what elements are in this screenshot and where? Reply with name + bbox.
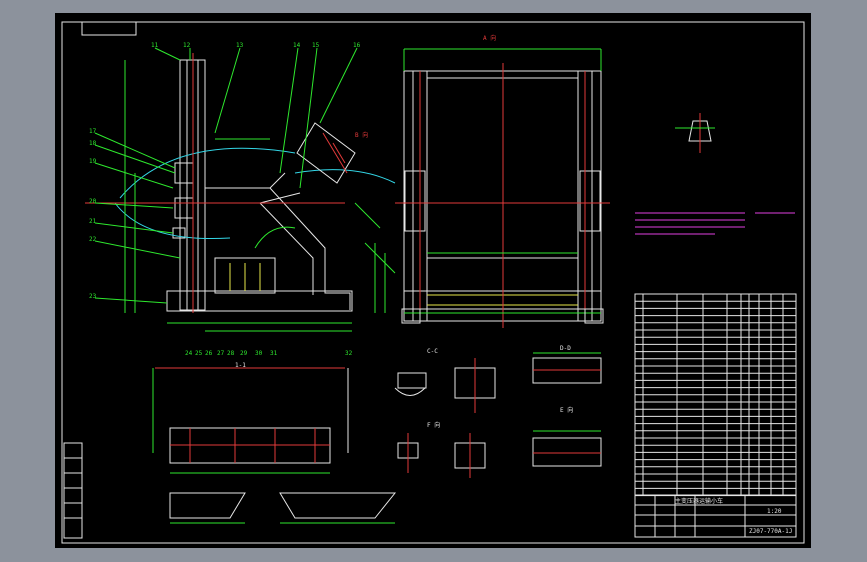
drawing-scale: 1:20 — [767, 508, 782, 515]
callout-number: 16 — [353, 42, 361, 49]
callout-number: 12 — [183, 42, 191, 49]
corner-box — [81, 21, 137, 36]
callout-number: 17 — [89, 128, 97, 135]
callout-number: 29 — [240, 350, 248, 357]
detail-top-right — [675, 113, 715, 153]
front-view-label: A 向 — [483, 35, 497, 42]
callout-number: 11 — [151, 42, 159, 49]
drawing-number: ZJ07-770A-1J — [749, 528, 793, 535]
section-d-label: D-D — [560, 345, 571, 352]
callout-number: 13 — [236, 42, 244, 49]
callout-number: 31 — [270, 350, 278, 357]
callout-number: 26 — [205, 350, 213, 357]
callout-number: 24 — [185, 350, 193, 357]
main-side-view — [85, 47, 396, 332]
callout-number: 19 — [89, 158, 97, 165]
callout-number: 20 — [89, 198, 97, 205]
callout-number: 21 — [89, 218, 97, 225]
callout-number: 27 — [217, 350, 225, 357]
callout-number: 28 — [227, 350, 235, 357]
callout-number: 22 — [89, 236, 97, 243]
parts-list-table — [634, 293, 797, 497]
callout-number: 15 — [312, 42, 320, 49]
callout-number: 18 — [89, 140, 97, 147]
drawing-sheet: A 向 B 向 1-1 C-C D-D E 向 F 向 主变压器运输小车 ZJ0… — [55, 13, 811, 548]
section-b-label: B 向 — [355, 132, 369, 139]
callout-number: 14 — [293, 42, 301, 49]
plan-view-label: 1-1 — [235, 362, 246, 369]
section-e-label: E 向 — [560, 407, 574, 414]
detail-label: F 向 — [427, 422, 441, 429]
cad-viewport: A 向 B 向 1-1 C-C D-D E 向 F 向 主变压器运输小车 ZJ0… — [0, 0, 867, 562]
callout-number: 25 — [195, 350, 203, 357]
technical-notes — [635, 212, 795, 235]
revision-strip — [63, 442, 83, 539]
front-view — [395, 48, 610, 328]
section-sketches — [394, 352, 602, 478]
plan-view — [152, 367, 397, 524]
section-c-label: C-C — [427, 348, 438, 355]
callout-number: 30 — [255, 350, 263, 357]
callout-number: 32 — [345, 350, 353, 357]
title-text: 主变压器运输小车 — [675, 498, 724, 505]
callout-number: 23 — [89, 293, 97, 300]
sheet-border — [61, 21, 805, 544]
drawing-canvas — [61, 21, 805, 544]
